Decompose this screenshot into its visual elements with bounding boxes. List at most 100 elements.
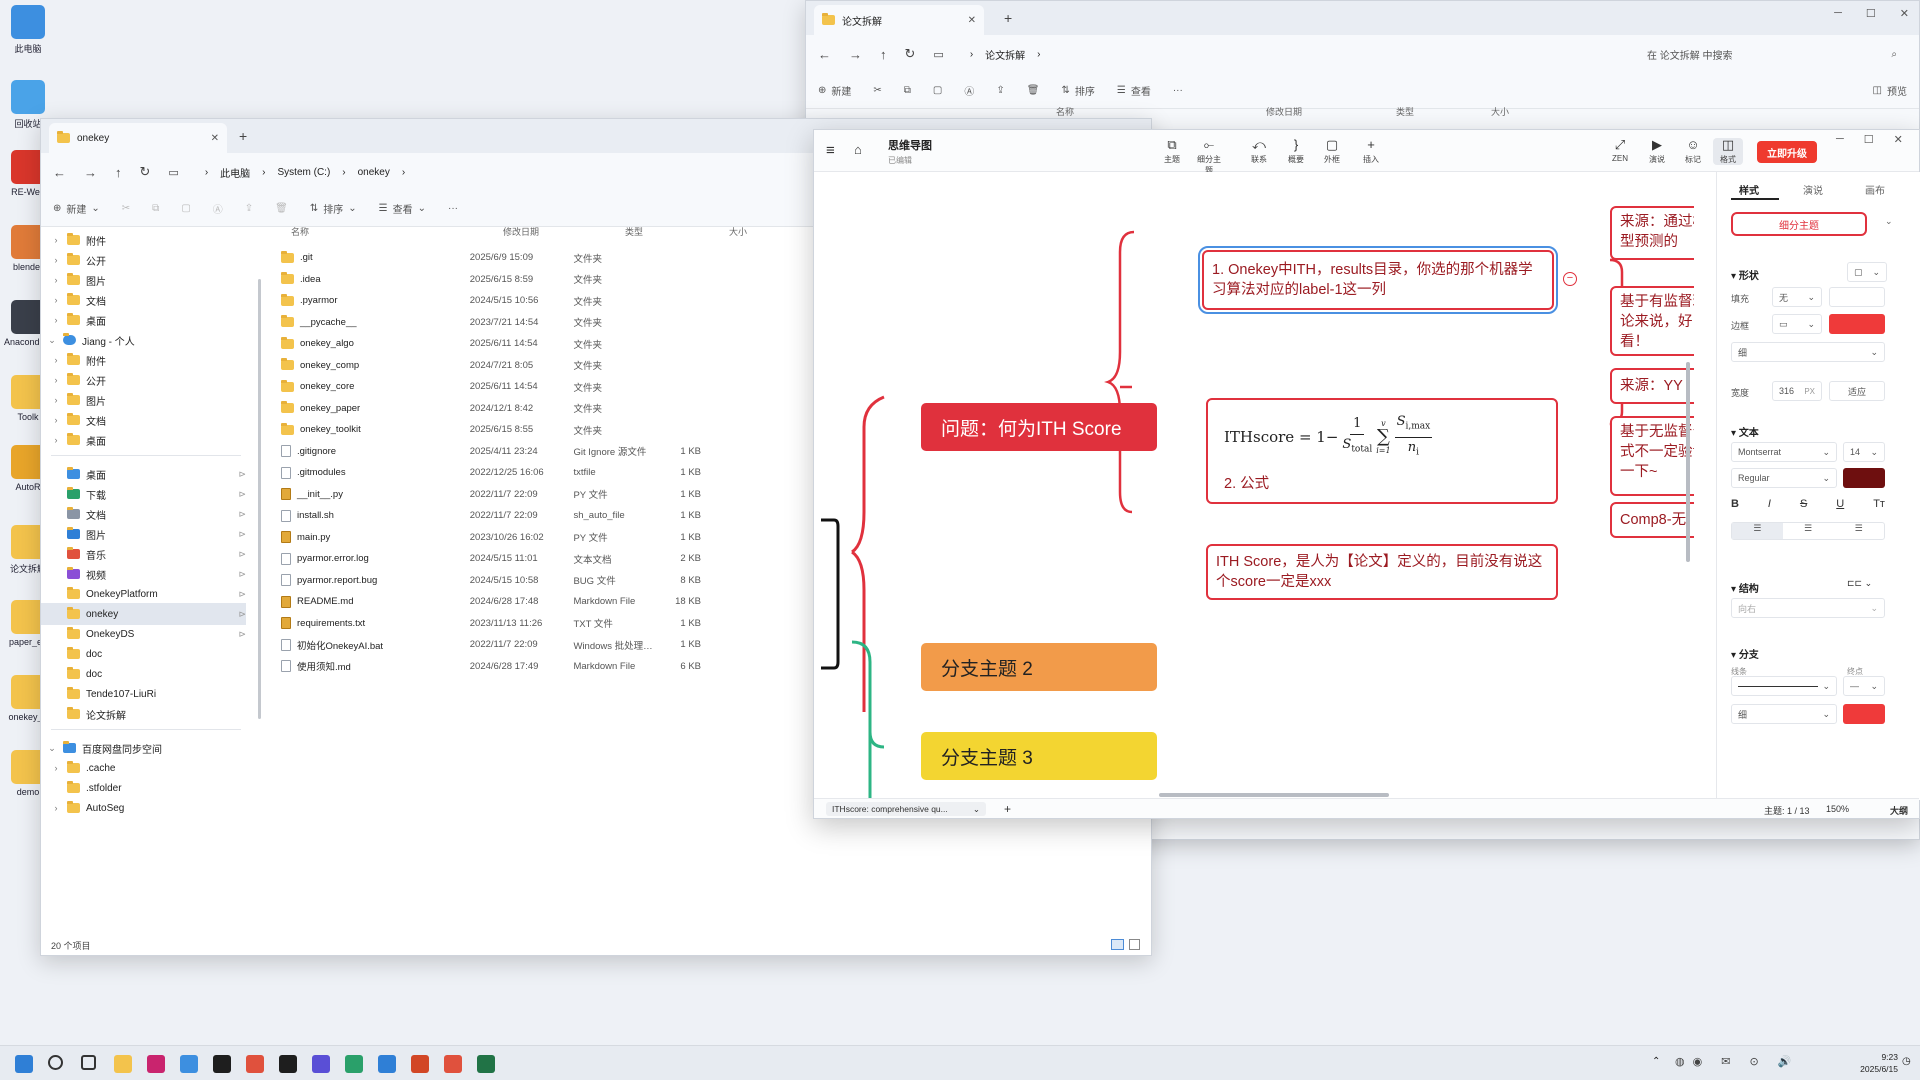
- copy-icon[interactable]: ⧉: [904, 85, 911, 96]
- leaf-comp8[interactable]: Comp8-无: [1610, 502, 1694, 538]
- pin-icon[interactable]: ⊳: [238, 489, 246, 500]
- pin-icon[interactable]: ⊳: [238, 629, 246, 640]
- app-icon[interactable]: [378, 1055, 396, 1073]
- style-preset-button[interactable]: 细分主题: [1731, 212, 1867, 236]
- line-style-select[interactable]: ⌄: [1731, 676, 1837, 696]
- shape-select[interactable]: ▢ ⌄: [1847, 262, 1887, 282]
- up-icon[interactable]: ↑: [115, 165, 122, 180]
- pin-icon[interactable]: ⊳: [238, 509, 246, 520]
- sidebar-item[interactable]: Tende107-LiuRi: [41, 683, 246, 705]
- menu-icon[interactable]: ≡: [826, 142, 835, 159]
- bold-icon[interactable]: B: [1731, 498, 1739, 510]
- share-icon[interactable]: ⇪: [996, 85, 1004, 96]
- panel-tab-style[interactable]: 样式: [1739, 182, 1759, 197]
- pin-icon[interactable]: ⊳: [238, 609, 246, 620]
- text-color-swatch[interactable]: [1843, 468, 1885, 488]
- mindmap-canvas[interactable]: 问题：何为ITH Score 分支主题 2 分支主题 3 1. Onekey中I…: [814, 172, 1694, 800]
- sidebar-item[interactable]: ⌄ Jiang - 个人: [41, 329, 246, 351]
- sidebar-item[interactable]: › AutoSeg: [41, 797, 246, 819]
- chevron-icon[interactable]: ⌄: [47, 743, 57, 754]
- copy-icon[interactable]: ⧉: [152, 203, 159, 214]
- panel-tab-canvas[interactable]: 画布: [1865, 182, 1885, 197]
- desktop-icon[interactable]: 此电脑: [4, 5, 52, 55]
- app-icon[interactable]: [180, 1055, 198, 1073]
- file-row[interactable]: .idea 2025/6/15 8:59 文件夹: [281, 269, 701, 290]
- sidebar-item[interactable]: › 附件: [41, 349, 246, 371]
- sidebar-item[interactable]: 下载 ⊳: [41, 483, 246, 505]
- sidebar-item[interactable]: doc: [41, 663, 246, 685]
- sidebar-item[interactable]: onekey ⊳: [41, 603, 246, 625]
- search-box[interactable]: 在 论文拆解 中搜索 ⌕: [1637, 41, 1907, 67]
- chevron-down-icon[interactable]: ⌄: [1885, 216, 1893, 227]
- toolbar-tool[interactable]: ⤢ ZEN: [1605, 138, 1635, 164]
- search-icon[interactable]: ⌕: [1891, 49, 1897, 60]
- chevron-icon[interactable]: ›: [51, 355, 61, 365]
- app-icon[interactable]: [147, 1055, 165, 1073]
- col-date[interactable]: 修改日期: [503, 225, 625, 238]
- chevron-icon[interactable]: ›: [51, 395, 61, 405]
- cut-icon[interactable]: ✂: [873, 85, 881, 96]
- sidebar-item[interactable]: › 文档: [41, 409, 246, 431]
- add-sheet-icon[interactable]: +: [1004, 802, 1011, 816]
- col-date[interactable]: 修改日期: [1266, 105, 1396, 118]
- tray-chevron-icon[interactable]: ⌃: [1652, 1056, 1660, 1067]
- sidebar-item[interactable]: › 桌面: [41, 429, 246, 451]
- sidebar-item[interactable]: 视频 ⊳: [41, 563, 246, 585]
- terminal-icon[interactable]: [279, 1055, 297, 1073]
- chrome-icon[interactable]: [246, 1055, 264, 1073]
- cut-icon[interactable]: ✂: [122, 203, 130, 214]
- underline-icon[interactable]: U: [1836, 498, 1844, 510]
- font-family-select[interactable]: Montserrat ⌄: [1731, 442, 1837, 462]
- file-row[interactable]: .gitmodules 2022/12/25 16:06 txtfile 1 KB: [281, 462, 701, 483]
- toolbar-tool[interactable]: ☺ 标记: [1678, 138, 1708, 165]
- sidebar-item[interactable]: › 附件: [41, 229, 246, 251]
- forward-icon[interactable]: →: [84, 165, 97, 180]
- minimize-icon[interactable]: ─: [1834, 7, 1842, 20]
- chevron-icon[interactable]: ›: [51, 275, 61, 285]
- zoom-level[interactable]: 150%: [1826, 804, 1849, 814]
- chevron-icon[interactable]: ⌄: [47, 335, 57, 346]
- maximize-icon[interactable]: ☐: [1866, 7, 1876, 20]
- file-row[interactable]: onekey_core 2025/6/11 14:54 文件夹: [281, 376, 701, 397]
- forward-icon[interactable]: →: [849, 47, 862, 62]
- subtopic-formula[interactable]: ITHscore = 1− 1 Stotal v ∑ i=1 Si,max ni…: [1206, 398, 1558, 504]
- adapt-button[interactable]: 适应: [1829, 381, 1885, 401]
- monitor-icon[interactable]: ▭: [168, 166, 178, 179]
- file-row[interactable]: pyarmor.error.log 2024/5/15 11:01 文本文档 2 KB: [281, 548, 701, 569]
- file-row[interactable]: .gitignore 2025/4/11 23:24 Git Ignore 源文件 1…: [281, 441, 701, 462]
- breadcrumb-this-pc[interactable]: 此电脑: [220, 165, 250, 180]
- new-tab-icon[interactable]: +: [239, 128, 247, 144]
- breadcrumb-item[interactable]: 论文拆解: [985, 47, 1025, 62]
- file-row[interactable]: install.sh 2022/11/7 22:09 sh_auto_file 1 K…: [281, 505, 701, 526]
- leaf-source-model[interactable]: 来源：通过模型预测的: [1610, 206, 1694, 260]
- file-row[interactable]: requirements.txt 2023/11/13 11:26 TXT 文件 1 …: [281, 613, 701, 634]
- sidebar-item[interactable]: › 公开: [41, 249, 246, 271]
- leaf-unsupervised[interactable]: 基于无监督公式不一定验证一下~: [1610, 416, 1694, 496]
- close-icon[interactable]: ✕: [1900, 7, 1909, 20]
- horizontal-scrollbar[interactable]: [1159, 793, 1389, 797]
- file-row[interactable]: .git 2025/6/9 15:09 文件夹: [281, 247, 701, 268]
- sidebar-item[interactable]: › 图片: [41, 389, 246, 411]
- col-type[interactable]: 类型: [1396, 105, 1491, 118]
- breadcrumb[interactable]: › 此电脑 › System (C:) › onekey ›: [205, 165, 405, 180]
- chevron-icon[interactable]: ›: [51, 295, 61, 305]
- rename-icon[interactable]: Ⓐ: [213, 201, 223, 216]
- monitor-icon[interactable]: ▭: [933, 48, 943, 61]
- toolbar-tool[interactable]: ◫ 格式: [1713, 138, 1743, 165]
- sidebar-item[interactable]: 图片 ⊳: [41, 523, 246, 545]
- sidebar-item[interactable]: 论文拆解: [41, 703, 246, 725]
- section-shape[interactable]: ▾ 形状: [1731, 267, 1759, 282]
- file-row[interactable]: 初始化OnekeyAI.bat 2022/11/7 22:09 Windows 批处…: [281, 634, 701, 655]
- clock[interactable]: 9:23 2025/6/15: [1842, 1051, 1898, 1075]
- home-icon[interactable]: ⌂: [854, 142, 862, 157]
- new-button[interactable]: ⊕ 新建: [818, 83, 851, 98]
- fill-select[interactable]: 无 ⌄: [1772, 287, 1822, 307]
- line-end-select[interactable]: — ⌄: [1843, 676, 1885, 696]
- toolbar-tool[interactable]: ▶ 演说: [1642, 138, 1672, 165]
- new-button[interactable]: ⊕ 新建 ⌄: [53, 201, 100, 216]
- details-view-icon[interactable]: [1111, 939, 1124, 950]
- maximize-icon[interactable]: ☐: [1864, 133, 1874, 146]
- sidebar-item[interactable]: OnekeyPlatform ⊳: [41, 583, 246, 605]
- italic-icon[interactable]: I: [1768, 498, 1771, 510]
- align-center-icon[interactable]: ☰: [1783, 523, 1834, 539]
